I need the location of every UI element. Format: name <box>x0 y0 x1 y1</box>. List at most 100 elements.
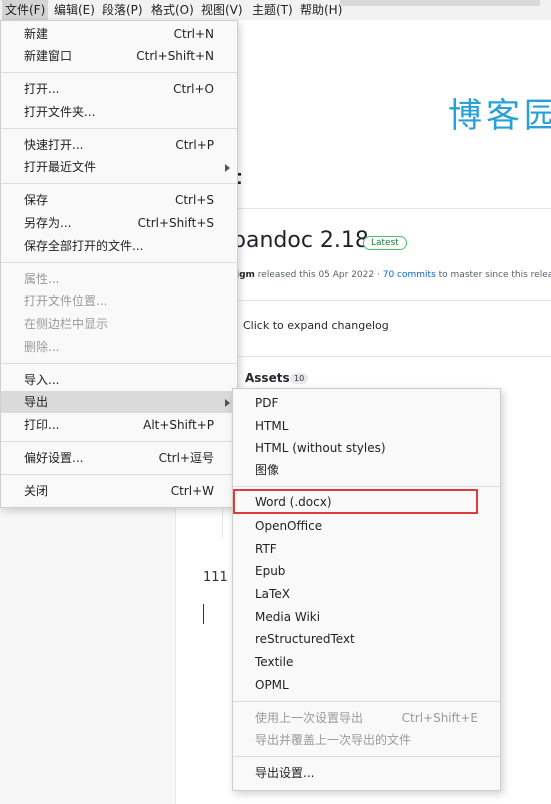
menu-separator <box>1 363 237 364</box>
menu-item-reveal-sidebar[interactable]: 在侧边栏中显示 <box>1 313 237 335</box>
menu-item-label: 在侧边栏中显示 <box>24 317 109 331</box>
export-restructuredtext[interactable]: reStructuredText <box>233 628 500 650</box>
menu-help[interactable]: 帮助(H) <box>297 0 345 20</box>
menu-item-label: 图像 <box>255 463 280 477</box>
menu-item-label: Media Wiki <box>255 610 321 624</box>
menu-item-open-location[interactable]: 打开文件位置... <box>1 290 237 312</box>
commits-link[interactable]: 70 commits <box>383 270 436 280</box>
menu-item-label: 新建窗口 <box>24 49 73 63</box>
menu-item-label: 偏好设置... <box>24 451 84 465</box>
submenu-arrow-icon <box>225 164 230 172</box>
changelog-toggle[interactable]: Click to expand changelog <box>243 319 389 332</box>
menu-item-label: 保存全部打开的文件... <box>24 239 144 253</box>
export-latex[interactable]: LaTeX <box>233 583 500 605</box>
menu-separator <box>233 756 500 757</box>
menu-separator <box>1 474 237 475</box>
menu-item-open-folder[interactable]: 打开文件夹... <box>1 101 237 123</box>
export-html-no-styles[interactable]: HTML (without styles) <box>233 437 500 459</box>
menu-item-shortcut: Ctrl+逗号 <box>158 451 214 465</box>
menu-item-label: 保存 <box>24 193 49 207</box>
menu-item-label: 关闭 <box>24 484 49 498</box>
menu-item-label: Epub <box>255 564 286 578</box>
divider <box>222 300 551 301</box>
menu-separator <box>1 262 237 263</box>
menu-theme[interactable]: 主题(T) <box>249 0 296 20</box>
menu-format[interactable]: 格式(O) <box>148 0 197 20</box>
menu-item-label: RTF <box>255 542 277 556</box>
release-user-link[interactable]: jgm <box>236 270 255 280</box>
menu-item-shortcut: Ctrl+S <box>174 193 214 207</box>
menu-item-save-as[interactable]: 另存为... Ctrl+Shift+S <box>1 212 237 234</box>
release-title[interactable]: pandoc 2.18 <box>232 228 369 253</box>
export-textile[interactable]: Textile <box>233 651 500 673</box>
export-html[interactable]: HTML <box>233 415 500 437</box>
export-pdf[interactable]: PDF <box>233 392 500 414</box>
export-overwrite-last[interactable]: 导出并覆盖上一次导出的文件 <box>233 729 500 751</box>
menu-item-label: 快速打开... <box>24 138 84 152</box>
export-epub[interactable]: Epub <box>233 560 500 582</box>
export-submenu: PDF HTML HTML (without styles) 图像 Word (… <box>232 388 501 791</box>
menu-item-new[interactable]: 新建 Ctrl+N <box>1 23 237 45</box>
menu-item-close[interactable]: 关闭 Ctrl+W <box>1 480 237 502</box>
menu-separator <box>1 441 237 442</box>
menu-item-label: 删除... <box>24 340 60 354</box>
menu-item-shortcut: Alt+Shift+P <box>143 418 214 432</box>
menu-item-label: 导出 <box>24 395 49 409</box>
latest-badge: Latest <box>363 236 407 250</box>
menu-paragraph[interactable]: 段落(P) <box>99 0 146 20</box>
menu-item-label: 导入... <box>24 373 60 387</box>
menu-item-shortcut: Ctrl+N <box>173 27 214 41</box>
menu-item-save-all[interactable]: 保存全部打开的文件... <box>1 235 237 257</box>
menu-item-new-window[interactable]: 新建窗口 Ctrl+Shift+N <box>1 45 237 67</box>
export-settings[interactable]: 导出设置... <box>233 762 500 784</box>
menu-view[interactable]: 视图(V) <box>198 0 246 20</box>
menu-item-label: OpenOffice <box>255 519 323 533</box>
menu-bar: 文件(F) 编辑(E) 段落(P) 格式(O) 视图(V) 主题(T) 帮助(H… <box>0 0 551 20</box>
menu-item-import[interactable]: 导入... <box>1 369 237 391</box>
menu-item-label: LaTeX <box>255 587 290 601</box>
menu-separator <box>233 701 500 702</box>
menu-item-preferences[interactable]: 偏好设置... Ctrl+逗号 <box>1 447 237 469</box>
export-rtf[interactable]: RTF <box>233 538 500 560</box>
release-date-text: released this 05 Apr 2022 <box>257 270 375 280</box>
menu-item-label: PDF <box>255 396 279 410</box>
menu-edit[interactable]: 编辑(E) <box>51 0 98 20</box>
menu-item-label: 打开文件位置... <box>24 294 108 308</box>
menu-item-quick-open[interactable]: 快速打开... Ctrl+P <box>1 134 237 156</box>
menu-separator <box>1 72 237 73</box>
menu-item-print[interactable]: 打印... Alt+Shift+P <box>1 414 237 436</box>
submenu-arrow-icon <box>225 399 230 407</box>
document-body-text[interactable]: 111 <box>203 570 228 585</box>
menu-item-save[interactable]: 保存 Ctrl+S <box>1 189 237 211</box>
export-mediawiki[interactable]: Media Wiki <box>233 606 500 628</box>
assets-heading[interactable]: Assets <box>245 371 290 385</box>
export-openoffice[interactable]: OpenOffice <box>233 515 500 537</box>
menu-item-label: OPML <box>255 678 289 692</box>
export-with-last-settings[interactable]: 使用上一次设置导出 Ctrl+Shift+E <box>233 707 500 729</box>
menu-item-label: 打开... <box>24 82 60 96</box>
menu-separator <box>1 183 237 184</box>
menu-item-label: 导出并覆盖上一次导出的文件 <box>255 733 412 747</box>
menu-item-shortcut: Ctrl+Shift+S <box>137 216 214 230</box>
menu-item-open-recent[interactable]: 打开最近文件 <box>1 156 237 178</box>
blurred-title-strip <box>340 0 540 6</box>
menu-item-label: 打开最近文件 <box>24 160 97 174</box>
menu-item-delete[interactable]: 删除... <box>1 336 237 358</box>
menu-item-properties[interactable]: 属性... <box>1 268 237 290</box>
menu-item-label: HTML (without styles) <box>255 441 386 455</box>
menu-item-open[interactable]: 打开... Ctrl+O <box>1 78 237 100</box>
menu-item-label: reStructuredText <box>255 632 355 646</box>
menu-item-export[interactable]: 导出 <box>1 391 237 413</box>
menu-item-label: 使用上一次设置导出 <box>255 711 364 725</box>
export-image[interactable]: 图像 <box>233 459 500 481</box>
menu-item-label: HTML <box>255 419 289 433</box>
blog-logo: 博客园 <box>448 96 551 136</box>
menu-item-label: 属性... <box>24 272 60 286</box>
menu-separator <box>1 128 237 129</box>
file-menu-dropdown: 新建 Ctrl+N 新建窗口 Ctrl+Shift+N 打开... Ctrl+O 打开… <box>0 20 238 508</box>
menu-item-label: 打印... <box>24 418 60 432</box>
menu-file[interactable]: 文件(F) <box>2 0 49 20</box>
commits-suffix: to master since this relea <box>438 270 551 280</box>
export-opml[interactable]: OPML <box>233 674 500 696</box>
highlight-annotation-box <box>233 489 478 514</box>
